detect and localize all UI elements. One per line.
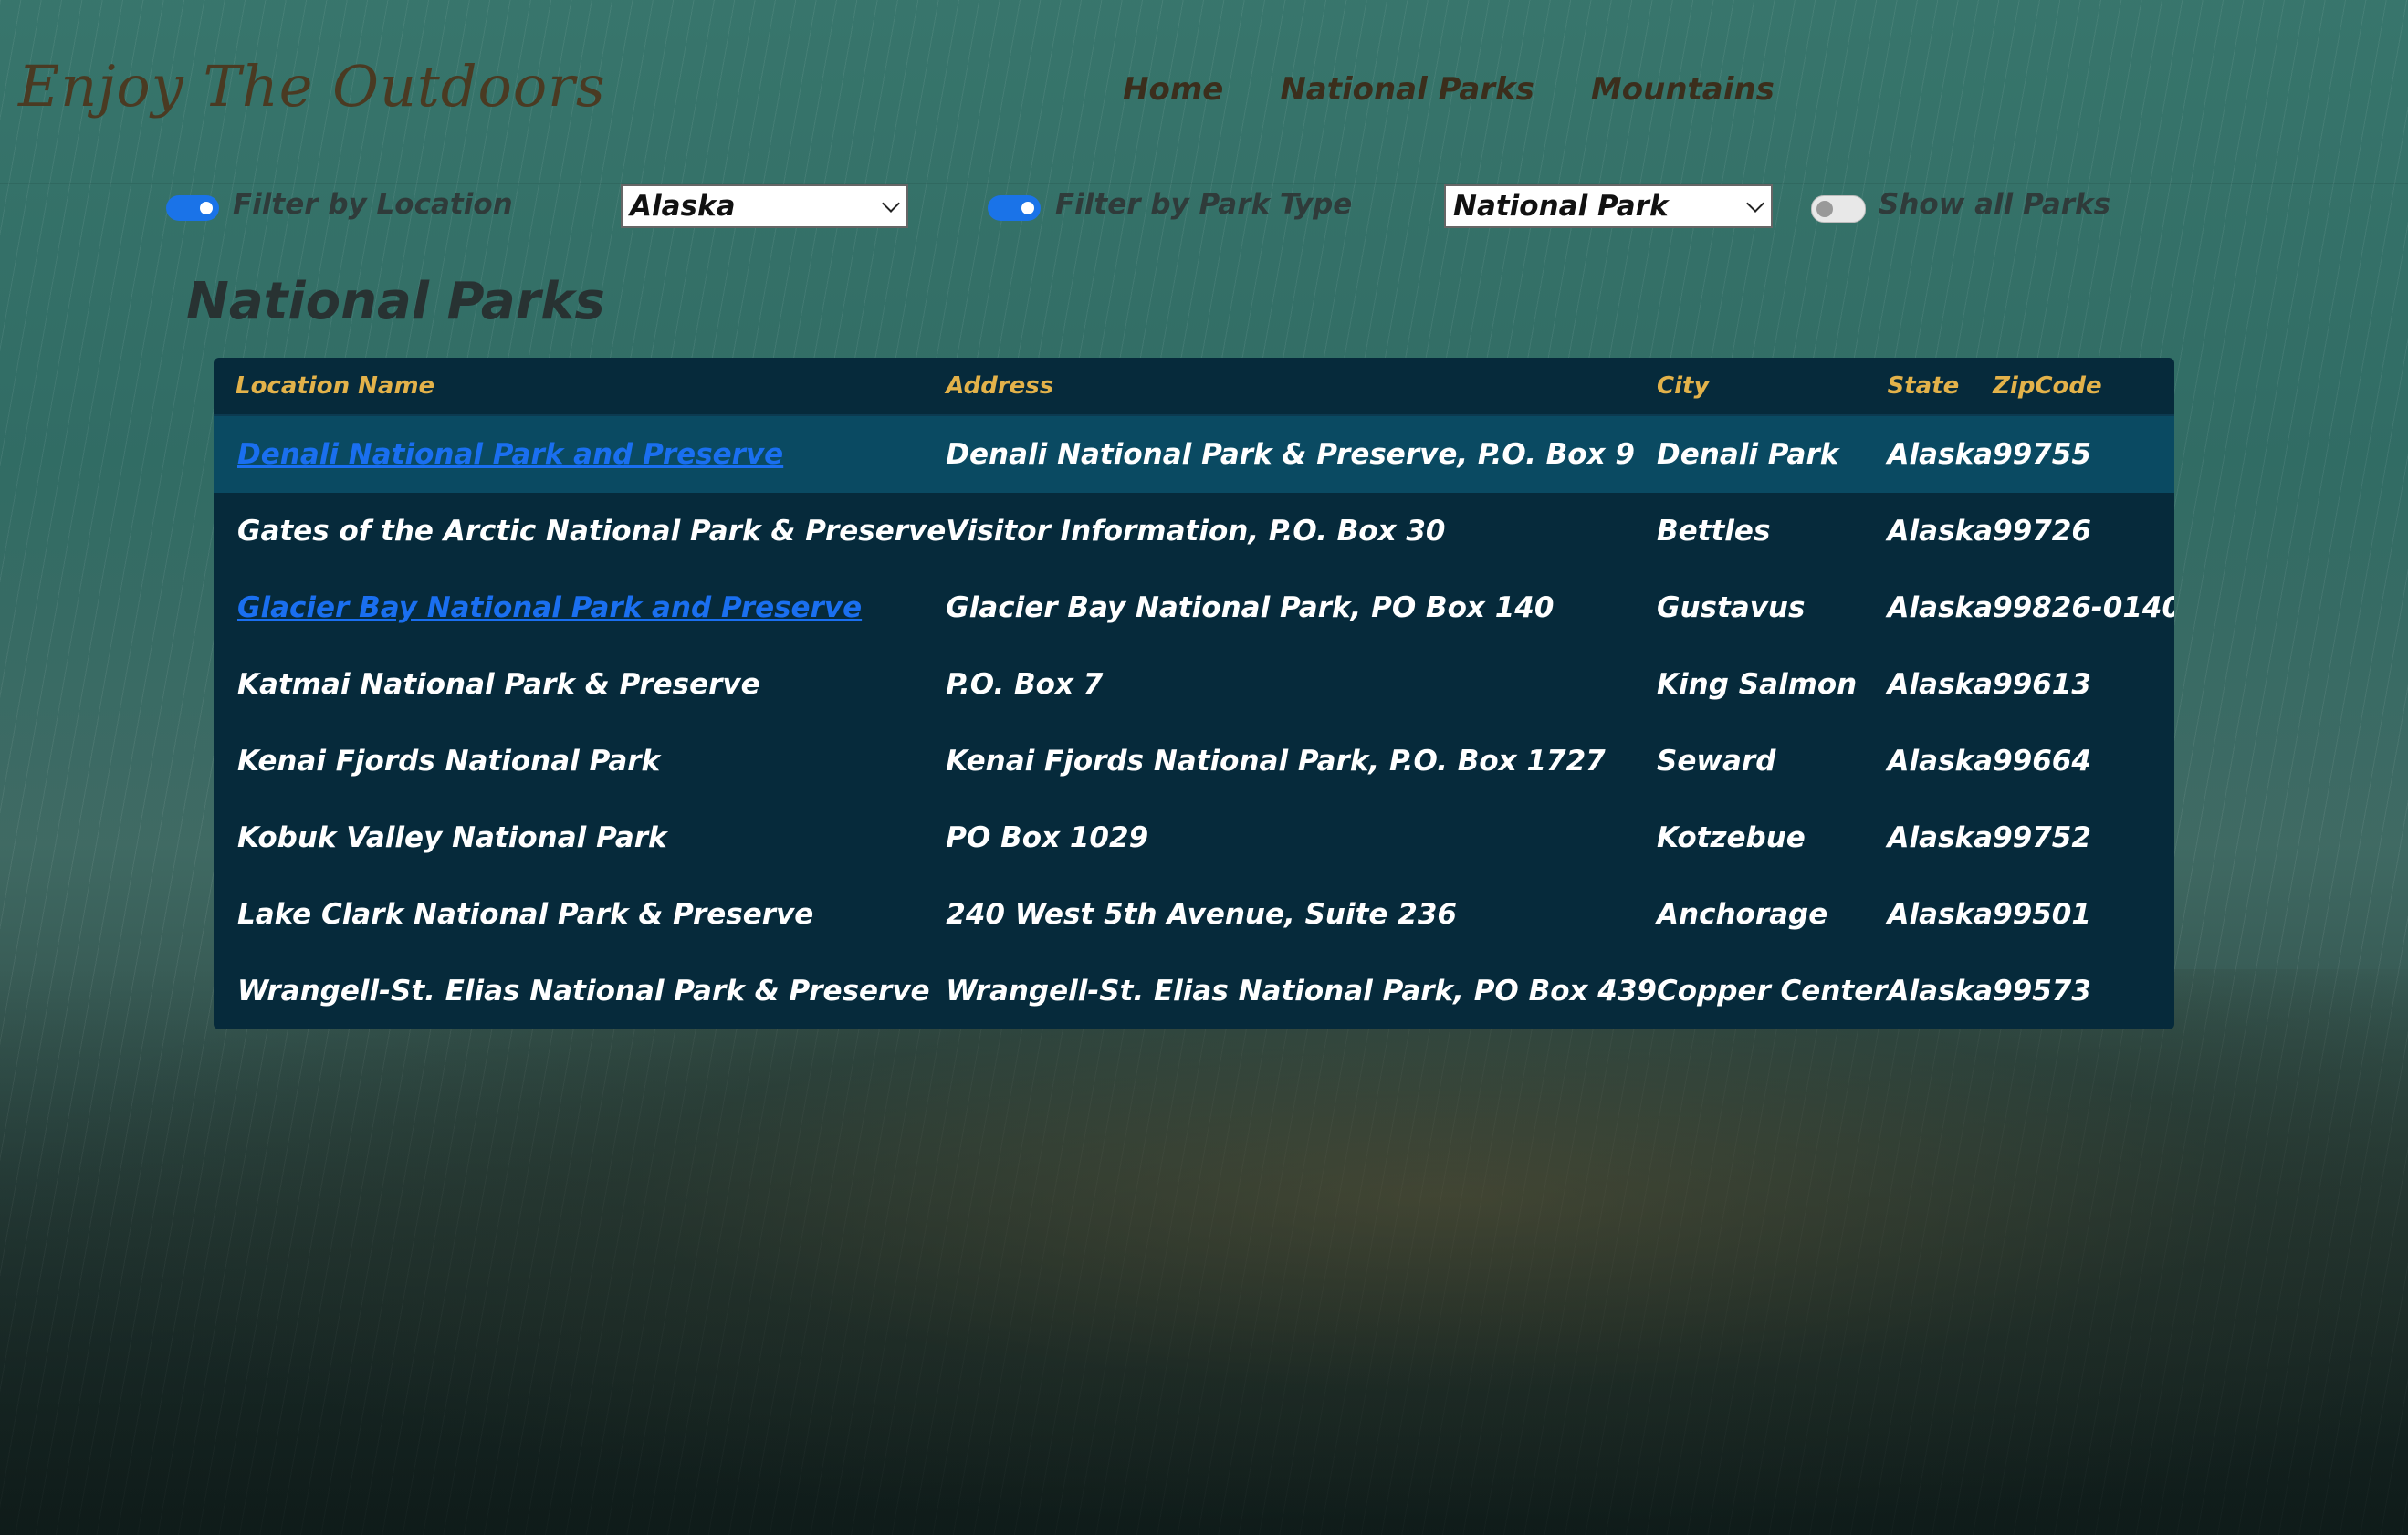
- park-address: Glacier Bay National Park, PO Box 140: [946, 591, 1555, 624]
- park-state: Alaska: [1887, 745, 1994, 778]
- park-city: Seward: [1657, 745, 1776, 778]
- park-name-link[interactable]: Glacier Bay National Park and Preserve: [237, 591, 862, 624]
- park-state: Alaska: [1887, 591, 1994, 624]
- park-zip: 99752: [1993, 821, 2091, 854]
- park-name: Kobuk Valley National Park: [237, 821, 667, 854]
- nav-national-parks[interactable]: National Parks: [1280, 71, 1534, 108]
- table-row[interactable]: Kobuk Valley National Park PO Box 1029 K…: [214, 799, 2174, 876]
- park-type-select[interactable]: National Park: [1444, 184, 1773, 228]
- filter-bar: Filter by Location Alaska Filter by Park…: [0, 183, 2408, 237]
- park-name: Wrangell-St. Elias National Park & Prese…: [237, 975, 930, 1008]
- location-select-value: Alaska: [630, 190, 736, 223]
- location-filter-label: Filter by Location: [233, 188, 513, 221]
- show-all-parks-toggle[interactable]: [1811, 195, 1866, 223]
- column-header-address: Address: [946, 358, 1658, 416]
- page-title: National Parks: [186, 272, 605, 331]
- park-address: Denali National Park & Preserve, P.O. Bo…: [946, 438, 1635, 471]
- table-row[interactable]: Denali National Park and Preserve Denali…: [214, 415, 2174, 493]
- table-row[interactable]: Gates of the Arctic National Park & Pres…: [214, 493, 2174, 569]
- nav-home[interactable]: Home: [1123, 71, 1223, 108]
- column-header-state: State: [1887, 358, 1994, 416]
- park-state: Alaska: [1887, 975, 1994, 1008]
- column-header-location-name: Location Name: [214, 358, 947, 416]
- main-nav: Home National Parks Mountains: [1123, 71, 1775, 108]
- park-zip: 99755: [1993, 438, 2091, 471]
- park-city: Kotzebue: [1657, 821, 1806, 854]
- park-type-filter-label: Filter by Park Type: [1055, 188, 1353, 221]
- table-header-row: Location Name Address City State ZipCode: [214, 358, 2174, 416]
- park-zip: 99501: [1993, 898, 2091, 931]
- table-row[interactable]: Katmai National Park & Preserve P.O. Box…: [214, 646, 2174, 723]
- table-row[interactable]: Wrangell-St. Elias National Park & Prese…: [214, 953, 2174, 1029]
- park-state: Alaska: [1887, 668, 1994, 701]
- park-state: Alaska: [1887, 438, 1994, 471]
- column-header-zipcode: ZipCode: [1993, 358, 2174, 416]
- parks-table: Location Name Address City State ZipCode…: [214, 358, 2174, 1029]
- chevron-down-icon: [1746, 194, 1764, 213]
- park-address: Wrangell-St. Elias National Park, PO Box…: [946, 975, 1658, 1008]
- park-city: Gustavus: [1657, 591, 1806, 624]
- landscape-background: [0, 969, 2408, 1535]
- park-zip: 99664: [1993, 745, 2091, 778]
- chevron-down-icon: [882, 194, 900, 213]
- park-address: PO Box 1029: [946, 821, 1149, 854]
- park-name: Kenai Fjords National Park: [237, 745, 661, 778]
- table-row[interactable]: Glacier Bay National Park and Preserve G…: [214, 569, 2174, 646]
- park-state: Alaska: [1887, 515, 1994, 548]
- park-address: P.O. Box 7: [946, 668, 1104, 701]
- park-type-select-value: National Park: [1453, 190, 1669, 223]
- park-city: Anchorage: [1657, 898, 1828, 931]
- park-city: Denali Park: [1657, 438, 1839, 471]
- column-header-city: City: [1657, 358, 1888, 416]
- park-zip: 99573: [1993, 975, 2091, 1008]
- show-all-parks-label: Show all Parks: [1879, 188, 2111, 221]
- park-city: Copper Center: [1657, 975, 1888, 1008]
- park-address: Kenai Fjords National Park, P.O. Box 172…: [946, 745, 1606, 778]
- park-type-filter-toggle[interactable]: [988, 195, 1041, 221]
- park-name: Gates of the Arctic National Park & Pres…: [237, 515, 947, 548]
- park-state: Alaska: [1887, 898, 1994, 931]
- park-address: 240 West 5th Avenue, Suite 236: [946, 898, 1457, 931]
- nav-mountains[interactable]: Mountains: [1591, 71, 1775, 108]
- site-logo[interactable]: Enjoy The Outdoors: [18, 53, 606, 120]
- location-select[interactable]: Alaska: [621, 184, 908, 228]
- table-row[interactable]: Lake Clark National Park & Preserve 240 …: [214, 876, 2174, 953]
- table-row[interactable]: Kenai Fjords National Park Kenai Fjords …: [214, 723, 2174, 799]
- park-name: Katmai National Park & Preserve: [237, 668, 760, 701]
- park-zip: 99826-0140: [1993, 591, 2174, 624]
- park-zip: 99613: [1993, 668, 2091, 701]
- park-name: Lake Clark National Park & Preserve: [237, 898, 814, 931]
- park-city: King Salmon: [1657, 668, 1858, 701]
- park-name-link[interactable]: Denali National Park and Preserve: [237, 438, 783, 471]
- park-address: Visitor Information, P.O. Box 30: [946, 515, 1446, 548]
- park-state: Alaska: [1887, 821, 1994, 854]
- park-zip: 99726: [1993, 515, 2091, 548]
- location-filter-toggle[interactable]: [166, 195, 219, 221]
- park-city: Bettles: [1657, 515, 1771, 548]
